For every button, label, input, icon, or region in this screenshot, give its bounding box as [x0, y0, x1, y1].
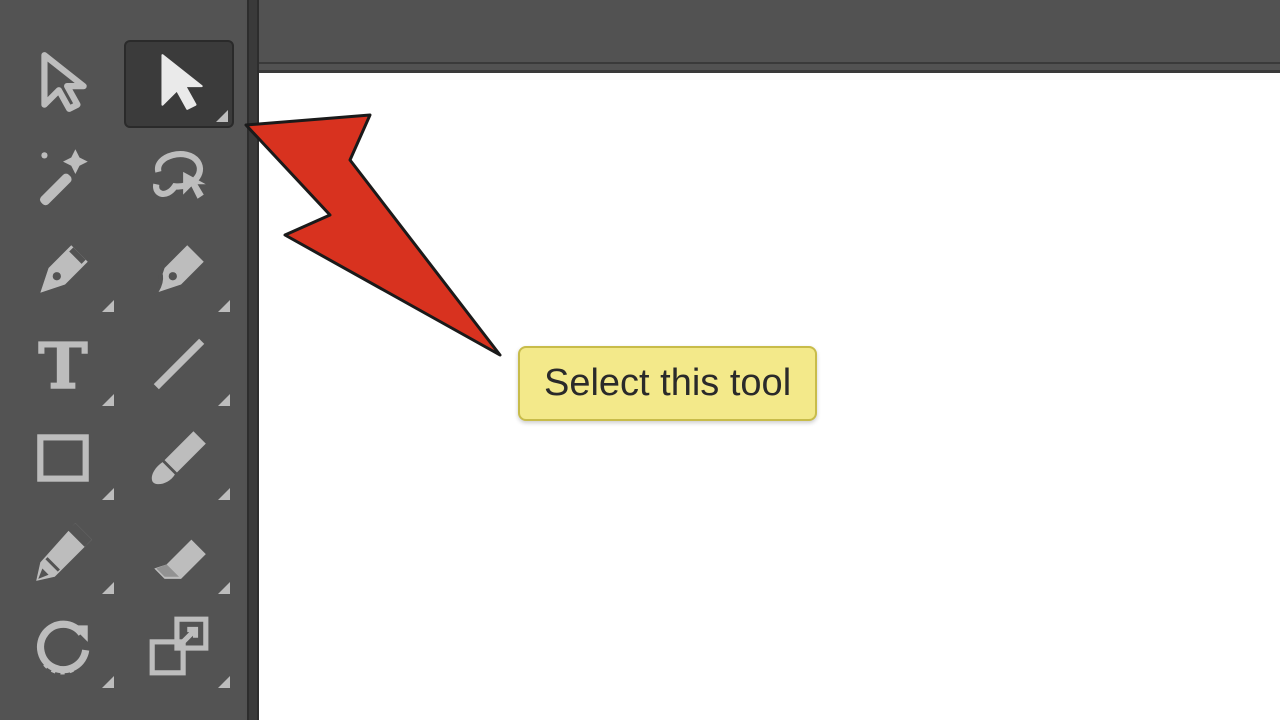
pencil-tool[interactable] [8, 510, 118, 598]
selection-tool[interactable] [8, 40, 118, 128]
magic-wand-tool[interactable] [8, 134, 118, 222]
panel-divider[interactable] [247, 0, 259, 720]
scale-tool[interactable] [124, 604, 234, 692]
flyout-indicator-icon [102, 582, 114, 594]
line-segment-tool[interactable] [124, 322, 234, 410]
flyout-indicator-icon [102, 394, 114, 406]
type-tool-icon [30, 331, 96, 402]
lasso-tool-icon [146, 143, 212, 214]
instruction-text: Select this tool [544, 362, 791, 404]
selection-tool-icon [30, 49, 96, 120]
rotate-tool[interactable] [8, 604, 118, 692]
flyout-indicator-icon [218, 394, 230, 406]
flyout-indicator-icon [102, 488, 114, 500]
pen-tool[interactable] [8, 228, 118, 316]
lasso-tool[interactable] [124, 134, 234, 222]
scale-tool-icon [146, 613, 212, 684]
instruction-callout: Select this tool [518, 346, 817, 421]
tool-panel [0, 0, 245, 720]
flyout-indicator-icon [102, 300, 114, 312]
magic-wand-tool-icon [30, 143, 96, 214]
flyout-indicator-icon [218, 582, 230, 594]
flyout-indicator-icon [218, 488, 230, 500]
direct-selection-tool-icon [146, 49, 212, 120]
flyout-indicator-icon [218, 300, 230, 312]
paintbrush-tool-icon [146, 425, 212, 496]
type-tool[interactable] [8, 322, 118, 410]
paintbrush-tool[interactable] [124, 416, 234, 504]
eraser-tool[interactable] [124, 510, 234, 598]
document-header [259, 0, 1280, 64]
direct-selection-tool[interactable] [124, 40, 234, 128]
curvature-tool-icon [146, 237, 212, 308]
pencil-tool-icon [30, 519, 96, 590]
pen-tool-icon [30, 237, 96, 308]
curvature-tool[interactable] [124, 228, 234, 316]
rectangle-tool-icon [30, 425, 96, 496]
eraser-tool-icon [146, 519, 212, 590]
rectangle-tool[interactable] [8, 416, 118, 504]
flyout-indicator-icon [218, 676, 230, 688]
flyout-indicator-icon [102, 676, 114, 688]
line-segment-tool-icon [146, 331, 212, 402]
rotate-tool-icon [30, 613, 96, 684]
flyout-indicator-icon [216, 110, 228, 122]
